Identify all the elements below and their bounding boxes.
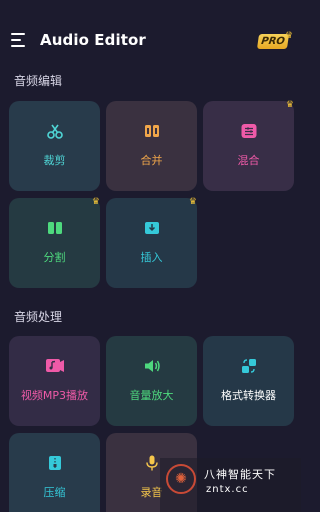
crown-icon: ♛ <box>285 100 294 110</box>
tool-label: 分割 <box>43 251 66 264</box>
mix-sliders-icon <box>239 121 259 141</box>
section-title-edit: 音频编辑 <box>14 74 63 88</box>
tool-card-mix[interactable]: ♛ 混合 <box>203 100 294 191</box>
insert-icon <box>142 218 162 238</box>
section-title-process: 音频处理 <box>14 310 63 324</box>
scissors-icon <box>45 121 65 141</box>
menu-icon[interactable] <box>11 33 27 47</box>
split-icon <box>45 218 65 238</box>
tool-card-video-mp3[interactable]: 视频MP3播放 <box>9 336 100 426</box>
compress-icon <box>45 453 65 473</box>
tool-card-merge[interactable]: 合并 <box>106 101 197 191</box>
tool-card-split[interactable]: ♛ 分割 <box>9 197 100 288</box>
crown-icon: ♛ <box>91 197 100 207</box>
crown-icon: ♛ <box>188 197 197 207</box>
tool-card-trim[interactable]: 裁剪 <box>9 101 100 191</box>
microphone-icon <box>142 453 162 473</box>
tool-label: 格式转换器 <box>221 389 276 402</box>
watermark-url: zntx.cc <box>206 484 249 495</box>
volume-icon <box>142 356 162 376</box>
video-music-icon <box>45 356 65 376</box>
convert-icon <box>239 356 259 376</box>
tool-label: 音量放大 <box>129 389 174 402</box>
tool-card-insert[interactable]: ♛ 插入 <box>106 197 197 288</box>
app-header: Audio Editor PRO ♛ <box>0 0 301 64</box>
tool-card-volume[interactable]: 音量放大 <box>106 336 197 426</box>
tool-label: 压缩 <box>43 486 66 499</box>
app-title: Audio Editor <box>40 31 146 49</box>
tool-label: 插入 <box>140 251 163 264</box>
crown-icon: ♛ <box>285 31 294 41</box>
tool-label: 裁剪 <box>43 154 66 167</box>
watermark-logo-icon: ✺ <box>166 464 196 494</box>
tool-label: 视频MP3播放 <box>20 389 89 402</box>
merge-icon <box>142 121 162 141</box>
tool-card-converter[interactable]: 格式转换器 <box>203 336 294 426</box>
tool-card-compress[interactable]: 压缩 <box>9 433 100 512</box>
watermark-overlay: ✺ 八神智能天下 zntx.cc <box>160 458 301 512</box>
tool-label: 混合 <box>237 154 260 167</box>
tool-label: 合并 <box>140 154 163 167</box>
watermark-text: 八神智能天下 <box>204 468 276 481</box>
